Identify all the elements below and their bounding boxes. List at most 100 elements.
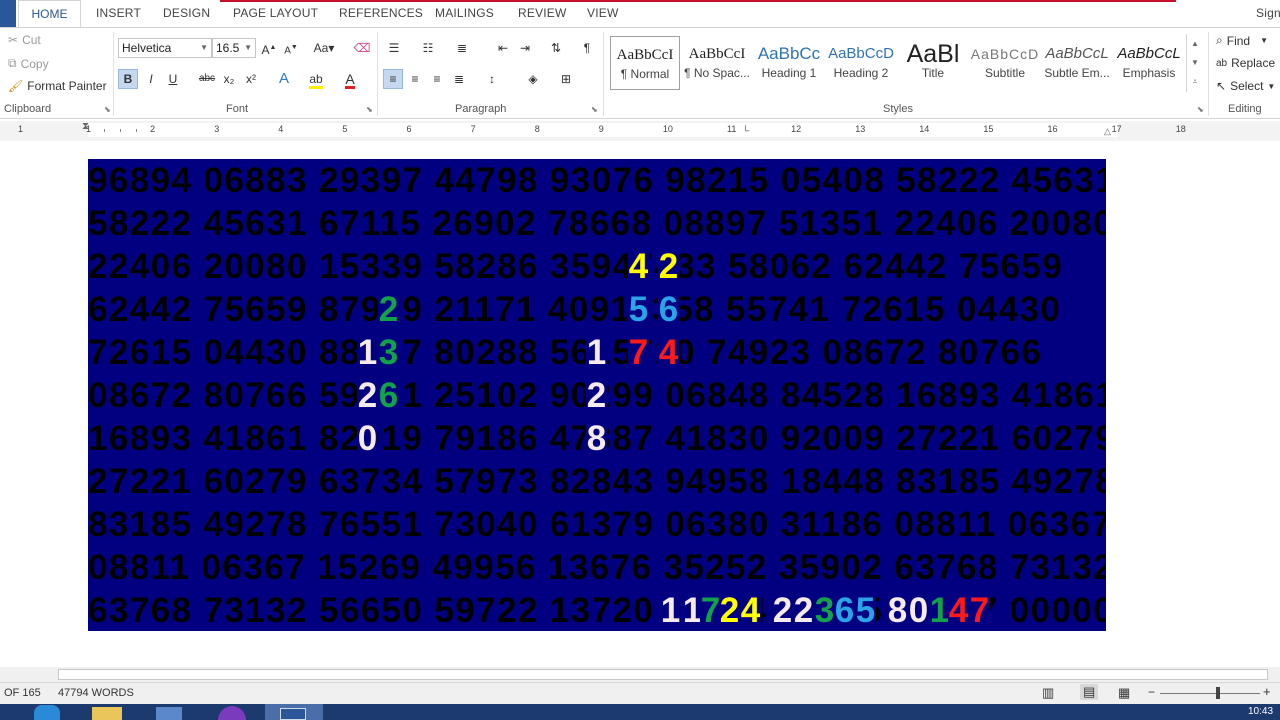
tab-design[interactable]: DESIGN (163, 6, 210, 20)
font-name-value: Helvetica (122, 41, 172, 55)
ruler-number: 10 (662, 124, 673, 134)
increase-indent-icon[interactable]: ⇥ (515, 38, 535, 58)
clock[interactable]: 10:43 (1248, 706, 1273, 717)
line-spacing-icon[interactable]: ↕ (482, 69, 502, 89)
read-mode-icon[interactable]: ▥ (1042, 685, 1054, 701)
scroll-up-icon[interactable]: ▲ (1187, 34, 1203, 53)
styles-group-label: Styles (883, 103, 913, 115)
italic-button[interactable]: I (141, 69, 161, 89)
highlight-color-icon[interactable]: ab (306, 69, 326, 89)
tab-review[interactable]: REVIEW (518, 6, 567, 20)
browser-icon[interactable] (218, 706, 246, 720)
tab-stop-icon[interactable]: └ (742, 126, 749, 137)
change-case-button[interactable]: Aa▾ (309, 38, 339, 58)
subscript-button[interactable]: x₂ (219, 69, 239, 89)
grow-font-icon[interactable]: A▲ (259, 38, 279, 58)
highlighted-digit: 7 (700, 589, 721, 631)
select-button[interactable]: ↖ Select ▼ (1216, 79, 1275, 93)
tab-mailings[interactable]: MAILINGS (435, 6, 494, 20)
borders-icon[interactable]: ⊞ (556, 69, 576, 89)
multilevel-list-icon[interactable]: ≣ (452, 38, 472, 58)
tab-page-layout[interactable]: PAGE LAYOUT (233, 6, 318, 20)
styles-scroll[interactable]: ▲ ▼ ⩡ (1186, 34, 1203, 92)
style-preview: AaBbCcL (1117, 45, 1181, 62)
justify-icon[interactable]: ≣ (449, 69, 469, 89)
clear-formatting-icon[interactable]: ⌫ (352, 38, 372, 58)
paragraph-launcher-icon[interactable]: ⬊ (591, 105, 598, 114)
style-normal[interactable]: AaBbCcI ¶ Normal (610, 36, 680, 90)
app-icon[interactable] (156, 707, 182, 720)
replace-label: Replace (1231, 56, 1276, 70)
page-count[interactable]: OF 165 (4, 687, 41, 699)
sign-in-link[interactable]: Sign (1256, 6, 1280, 20)
zoom-slider[interactable] (1160, 693, 1260, 694)
style-heading-1[interactable]: AaBbCc Heading 1 (754, 36, 824, 90)
align-right-icon[interactable]: ≡ (427, 69, 447, 89)
word-count[interactable]: 47794 WORDS (58, 687, 134, 699)
format-painter-button[interactable]: 🖌 Format Painter (8, 79, 107, 93)
copy-button[interactable]: ⧉ Copy (8, 56, 49, 71)
highlighted-digit: 7 (969, 589, 990, 631)
style-subtitle[interactable]: AaBbCcD Subtitle (970, 36, 1040, 90)
style-heading-2[interactable]: AaBbCcD Heading 2 (826, 36, 896, 90)
more-styles-icon[interactable]: ⩡ (1187, 72, 1203, 91)
right-indent-marker-icon[interactable]: △ (1104, 126, 1111, 137)
replace-button[interactable]: ab Replace (1216, 56, 1275, 70)
font-color-icon[interactable]: A (340, 69, 360, 89)
font-group-label: Font (226, 103, 249, 115)
ribbon-tab-bar: HOME INSERT DESIGN PAGE LAYOUT REFERENCE… (0, 0, 1280, 27)
tab-view[interactable]: VIEW (587, 6, 618, 20)
print-layout-icon[interactable]: ▤ (1080, 684, 1099, 700)
style-name: ¶ Normal (620, 67, 670, 81)
align-left-icon[interactable]: ≡ (383, 69, 403, 89)
ie-icon[interactable] (34, 705, 60, 720)
highlighted-digit: 8 (586, 417, 607, 460)
highlighted-digit: 2 (772, 589, 793, 631)
word-taskbar-button[interactable] (265, 704, 323, 720)
format-painter-label: Format Painter (27, 79, 107, 93)
sort-icon[interactable]: ⇅ (546, 38, 566, 58)
numbering-icon[interactable]: ☷ (418, 38, 438, 58)
style-name: Subtle Em... (1044, 66, 1110, 80)
highlighted-digit: 5 (855, 589, 876, 631)
number-row: 27221 60279 63734 57973 82843 94958 1844… (88, 462, 1106, 501)
text-effects-icon[interactable]: A (274, 69, 294, 89)
zoom-slider-thumb[interactable] (1216, 687, 1220, 699)
style-name: Emphasis (1122, 66, 1176, 80)
style-title[interactable]: AaBl Title (898, 36, 968, 90)
style-name: Subtitle (984, 66, 1026, 80)
style-subtle-emphasis[interactable]: AaBbCcL Subtle Em... (1042, 36, 1112, 90)
font-launcher-icon[interactable]: ⬊ (366, 105, 373, 114)
web-layout-icon[interactable]: ▦ (1118, 685, 1130, 701)
font-name-select[interactable]: Helvetica ▼ (118, 38, 212, 58)
ruler-number: 12 (791, 124, 802, 134)
tab-home[interactable]: HOME (18, 0, 81, 27)
strikethrough-button[interactable]: abc (197, 69, 217, 89)
tab-insert[interactable]: INSERT (96, 6, 141, 20)
bullets-icon[interactable]: ☰ (384, 38, 404, 58)
number-grid-block[interactable]: 96894 06883 29397 44798 93076 98215 0540… (88, 159, 1106, 631)
style-no-spacing[interactable]: AaBbCcI ¶ No Spac... (682, 36, 752, 90)
font-size-select[interactable]: 16.5 ▼ (212, 38, 256, 58)
clipboard-launcher-icon[interactable]: ⬊ (104, 105, 111, 114)
zoom-in-icon[interactable]: + (1263, 684, 1271, 699)
style-emphasis[interactable]: AaBbCcL Emphasis (1114, 36, 1184, 90)
find-label: Find (1226, 33, 1251, 48)
zoom-out-icon[interactable]: − (1148, 685, 1155, 699)
underline-button[interactable]: U (163, 69, 183, 89)
decrease-indent-icon[interactable]: ⇤ (493, 38, 513, 58)
shading-icon[interactable]: ◈ (523, 69, 543, 89)
superscript-button[interactable]: x² (241, 69, 261, 89)
show-formatting-icon[interactable]: ¶ (577, 38, 597, 58)
file-explorer-icon[interactable] (92, 707, 122, 720)
scrollbar-thumb[interactable] (58, 669, 1268, 680)
cut-button[interactable]: ✂ Cut (8, 33, 41, 47)
align-center-icon[interactable]: ≡ (405, 69, 425, 89)
find-button[interactable]: ⌕ Find ▼ (1216, 33, 1268, 48)
bold-button[interactable]: B (118, 69, 138, 89)
scroll-down-icon[interactable]: ▼ (1187, 53, 1203, 72)
styles-launcher-icon[interactable]: ⬊ (1197, 105, 1204, 114)
file-tab[interactable] (0, 0, 16, 27)
tab-references[interactable]: REFERENCES (339, 6, 423, 20)
shrink-font-icon[interactable]: A▼ (281, 38, 301, 58)
